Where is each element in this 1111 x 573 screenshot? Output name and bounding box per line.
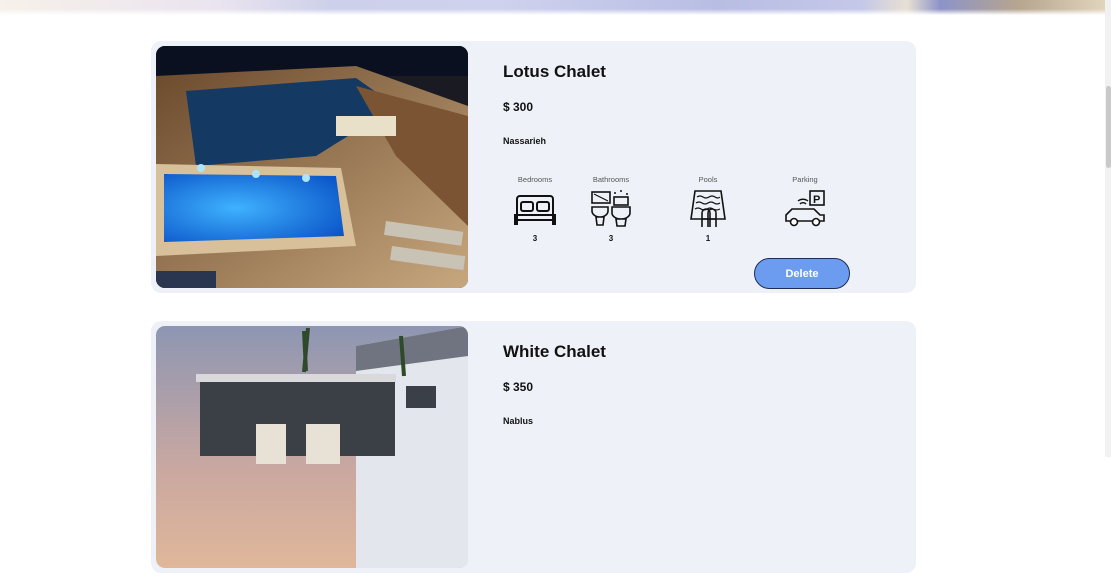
amenity-parking: Parking P — [770, 175, 840, 234]
listing-card: White Chalet $ 350 Nablus — [151, 321, 916, 573]
amenity-pools: Pools 1 — [673, 175, 743, 243]
amenity-label: Pools — [698, 175, 718, 184]
listing-title: Lotus Chalet — [503, 62, 606, 81]
listing-title: White Chalet — [503, 342, 606, 361]
svg-text:P: P — [813, 194, 820, 206]
amenity-value: 1 — [705, 234, 711, 243]
listing-card: Lotus Chalet $ 300 Nassarieh Bedrooms 3 … — [151, 41, 916, 293]
amenity-value: 3 — [608, 234, 614, 243]
listing-photo — [156, 326, 468, 568]
listing-price: $ 300 — [503, 100, 534, 114]
bathroom-icon — [591, 190, 631, 227]
listing-price: $ 350 — [503, 380, 534, 394]
parking-icon: P — [785, 190, 825, 227]
delete-button[interactable]: Delete — [754, 258, 850, 289]
hero-banner-strip — [0, 0, 1106, 15]
listing-location: Nassarieh — [503, 136, 547, 146]
amenity-value: 3 — [532, 234, 538, 243]
listing-photo — [156, 46, 468, 288]
scrollbar-thumb[interactable] — [1106, 86, 1111, 168]
amenity-label: Bedrooms — [517, 175, 553, 184]
page-scrollbar[interactable] — [1105, 0, 1111, 457]
pool-icon — [690, 190, 726, 227]
bed-icon — [514, 195, 556, 225]
amenity-label: Parking — [792, 175, 818, 184]
amenity-bedrooms: Bedrooms 3 — [500, 175, 570, 243]
amenity-bathrooms: Bathrooms 3 — [576, 175, 646, 243]
amenity-label: Bathrooms — [592, 175, 630, 184]
listing-location: Nablus — [503, 416, 534, 426]
